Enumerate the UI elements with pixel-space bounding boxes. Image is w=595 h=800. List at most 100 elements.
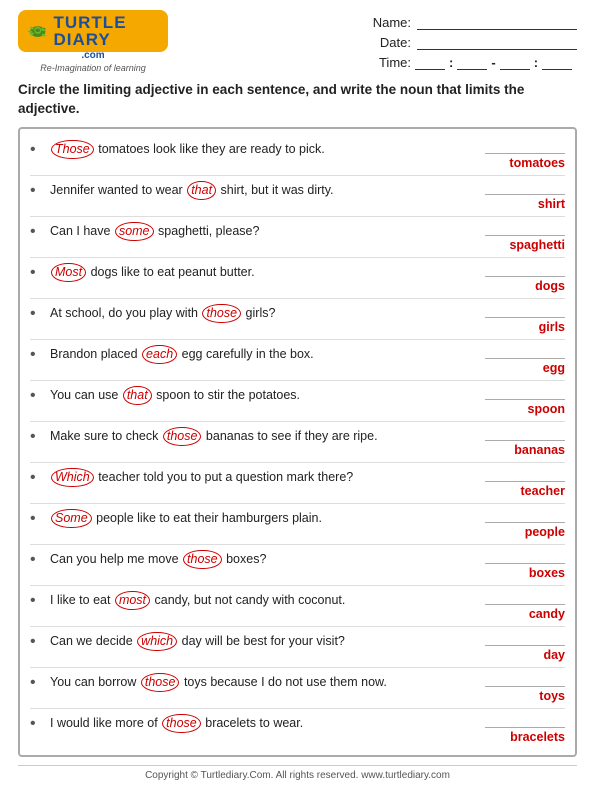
sentence-text: Those tomatoes look like they are ready … <box>50 140 467 160</box>
answer-col: boxes <box>475 550 565 580</box>
name-fields: Name: Date: Time: : - : <box>371 14 577 70</box>
answer-col: egg <box>475 345 565 375</box>
sentence-row: •Make sure to check those bananas to see… <box>30 422 565 463</box>
sentence-text: Can you help me move those boxes? <box>50 550 467 570</box>
sentence-text: You can borrow those toys because I do n… <box>50 673 467 693</box>
circled-adjective: which <box>137 632 177 652</box>
answer-line <box>485 263 565 277</box>
bullet: • <box>30 223 42 241</box>
sentence-text: Brandon placed each egg carefully in the… <box>50 345 467 365</box>
header: TURTLE DIARY .com Re-Imagination of lear… <box>18 10 577 73</box>
bullet: • <box>30 551 42 569</box>
answer-col: toys <box>475 673 565 703</box>
circled-adjective: Those <box>51 140 94 160</box>
turtle-icon <box>26 16 49 46</box>
time-seg-1 <box>415 54 445 70</box>
bullet: • <box>30 674 42 692</box>
sentence-text: You can use that spoon to stir the potat… <box>50 386 467 406</box>
answer-line <box>485 509 565 523</box>
sentence-row: • You can use that spoon to stir the pota… <box>30 381 565 422</box>
answer-line <box>485 304 565 318</box>
circled-adjective: that <box>187 181 216 201</box>
sentence-text: Can we decide which day will be best for… <box>50 632 467 652</box>
sentence-text: Make sure to check those bananas to see … <box>50 427 467 447</box>
answer-col: girls <box>475 304 565 334</box>
answer-text: egg <box>485 361 565 375</box>
logo-com: .com <box>81 50 104 61</box>
answer-text: spaghetti <box>485 238 565 252</box>
logo-text: TURTLE DIARY <box>53 14 160 48</box>
answer-col: candy <box>475 591 565 621</box>
date-label: Date: <box>371 35 411 50</box>
answer-col: bananas <box>475 427 565 457</box>
answer-col: tomatoes <box>475 140 565 170</box>
sentence-text: Which teacher told you to put a question… <box>50 468 467 488</box>
answer-line <box>485 714 565 728</box>
answer-line <box>485 181 565 195</box>
answer-line <box>485 673 565 687</box>
answer-line <box>485 386 565 400</box>
bullet: • <box>30 346 42 364</box>
time-sep-1: : <box>449 55 453 70</box>
answer-col: people <box>475 509 565 539</box>
answer-col: spaghetti <box>475 222 565 252</box>
sentence-text: Some people like to eat their hamburgers… <box>50 509 467 529</box>
circled-adjective: Which <box>51 468 94 488</box>
answer-text: spoon <box>485 402 565 416</box>
circled-adjective: that <box>123 386 152 406</box>
sentence-row: • Can we decide which day will be best fo… <box>30 627 565 668</box>
sentence-row: •I like to eat most candy, but not candy… <box>30 586 565 627</box>
answer-line <box>485 468 565 482</box>
time-sep-3: : <box>534 55 538 70</box>
time-seg-3 <box>500 54 530 70</box>
answer-col: day <box>475 632 565 662</box>
footer: Copyright © Turtlediary.Com. All rights … <box>18 765 577 781</box>
answer-text: bananas <box>485 443 565 457</box>
answer-col: shirt <box>475 181 565 211</box>
logo: TURTLE DIARY .com Re-Imagination of lear… <box>18 10 168 73</box>
answer-text: day <box>485 648 565 662</box>
circled-adjective: those <box>162 714 201 734</box>
date-row: Date: <box>371 34 577 50</box>
answer-text: toys <box>485 689 565 703</box>
bullet: • <box>30 141 42 159</box>
answer-col: bracelets <box>475 714 565 744</box>
answer-col: spoon <box>475 386 565 416</box>
sentence-row: • Brandon placed each egg carefully in th… <box>30 340 565 381</box>
content-box: • Those tomatoes look like they are ready… <box>18 127 577 757</box>
answer-line <box>485 550 565 564</box>
answer-line <box>485 632 565 646</box>
sentence-row: • Those tomatoes look like they are ready… <box>30 135 565 176</box>
answer-line <box>485 591 565 605</box>
circled-adjective: some <box>115 222 154 242</box>
name-label: Name: <box>371 15 411 30</box>
sentence-row: •Can I have some spaghetti, please?spagh… <box>30 217 565 258</box>
sentence-text: Jennifer wanted to wear that shirt, but … <box>50 181 467 201</box>
bullet: • <box>30 592 42 610</box>
answer-line <box>485 345 565 359</box>
answer-col: dogs <box>475 263 565 293</box>
bullet: • <box>30 715 42 733</box>
bullet: • <box>30 633 42 651</box>
instruction: Circle the limiting adjective in each se… <box>18 81 577 119</box>
bullet: • <box>30 387 42 405</box>
sentence-row: • Jennifer wanted to wear that shirt, but… <box>30 176 565 217</box>
circled-adjective: those <box>202 304 241 324</box>
sentence-row: •Which teacher told you to put a questio… <box>30 463 565 504</box>
answer-col: teacher <box>475 468 565 498</box>
name-row: Name: <box>371 14 577 30</box>
circled-adjective: those <box>163 427 202 447</box>
bullet: • <box>30 510 42 528</box>
answer-text: boxes <box>485 566 565 580</box>
time-seg-2 <box>457 54 487 70</box>
sentence-row: • You can borrow those toys because I do … <box>30 668 565 709</box>
date-input-line <box>417 34 577 50</box>
answer-text: teacher <box>485 484 565 498</box>
answer-text: shirt <box>485 197 565 211</box>
circled-adjective: Some <box>51 509 92 529</box>
answer-text: girls <box>485 320 565 334</box>
bullet: • <box>30 182 42 200</box>
answer-line <box>485 140 565 154</box>
circled-adjective: those <box>141 673 180 693</box>
answer-line <box>485 427 565 441</box>
